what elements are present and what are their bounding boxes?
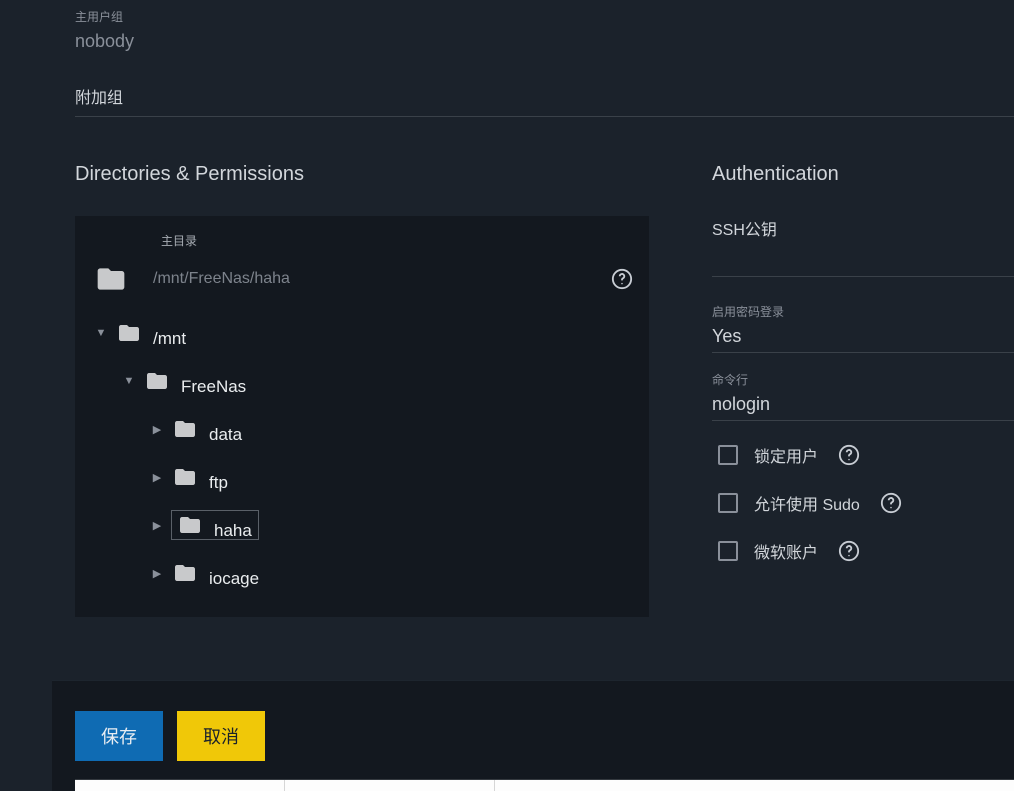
tree-label: iocage — [209, 569, 259, 589]
lock-user-checkbox[interactable] — [718, 445, 738, 465]
tree-label: ftp — [209, 473, 228, 493]
directory-tree: ▼ /mnt ▼ FreeNas ▶ data — [91, 313, 633, 593]
primary-group-label: 主用户组 — [75, 8, 1014, 25]
tree-toggle-icon[interactable]: ▼ — [93, 327, 109, 339]
primary-group-value[interactable]: nobody — [75, 31, 1014, 52]
home-dir-path[interactable]: /mnt/FreeNas/haha — [153, 270, 601, 288]
folder-icon — [115, 321, 143, 345]
tree-label: data — [209, 425, 242, 445]
tree-node-ftp[interactable]: ▶ ftp — [91, 457, 633, 497]
lock-user-label: 锁定用户 — [754, 443, 818, 467]
tree-label: haha — [214, 521, 252, 541]
tree-toggle-icon[interactable]: ▶ — [149, 423, 165, 436]
tree-toggle-icon[interactable]: ▶ — [149, 519, 165, 532]
folder-icon — [171, 561, 199, 585]
ms-account-row: 微软账户 — [718, 537, 1014, 565]
ms-account-label: 微软账户 — [754, 539, 818, 563]
tree-node-iocage[interactable]: ▶ iocage — [91, 553, 633, 593]
tree-node-freenas[interactable]: ▼ FreeNas — [91, 361, 633, 401]
shell-label: 命令行 — [712, 371, 1014, 388]
authentication-section-title: Authentication — [712, 163, 1014, 186]
tree-node-data[interactable]: ▶ data — [91, 409, 633, 449]
tree-toggle-icon[interactable]: ▼ — [121, 375, 137, 387]
folder-icon — [91, 263, 131, 295]
ms-account-checkbox[interactable] — [718, 541, 738, 561]
ssh-key-input[interactable] — [712, 276, 1014, 277]
allow-sudo-label: 允许使用 Sudo — [754, 491, 860, 515]
save-button[interactable]: 保存 — [75, 711, 163, 761]
enable-password-label: 启用密码登录 — [712, 303, 1014, 320]
tree-label: /mnt — [153, 329, 186, 349]
enable-password-value[interactable]: Yes — [712, 326, 1014, 353]
additional-group-field[interactable]: 附加组 — [75, 84, 1014, 117]
cancel-button[interactable]: 取消 — [177, 711, 265, 761]
footer-bar: 保存 取消 — [52, 680, 1014, 791]
help-icon[interactable] — [880, 492, 902, 514]
home-directory-box: 主目录 /mnt/FreeNas/haha ▼ /mnt ▼ — [75, 216, 649, 617]
tree-label: FreeNas — [181, 377, 246, 397]
footer-strip — [75, 779, 1014, 791]
folder-icon — [143, 369, 171, 393]
tree-toggle-icon[interactable]: ▶ — [149, 567, 165, 580]
folder-icon — [176, 513, 204, 537]
folder-icon — [171, 417, 199, 441]
directories-section-title: Directories & Permissions — [75, 163, 712, 186]
lock-user-row: 锁定用户 — [718, 441, 1014, 469]
help-icon[interactable] — [611, 268, 633, 290]
allow-sudo-row: 允许使用 Sudo — [718, 489, 1014, 517]
help-icon[interactable] — [838, 540, 860, 562]
shell-value[interactable]: nologin — [712, 394, 1014, 421]
folder-icon — [171, 465, 199, 489]
tree-node-mnt[interactable]: ▼ /mnt — [91, 313, 633, 353]
allow-sudo-checkbox[interactable] — [718, 493, 738, 513]
ssh-key-label: SSH公钥 — [712, 216, 1014, 240]
tree-toggle-icon[interactable]: ▶ — [149, 471, 165, 484]
help-icon[interactable] — [838, 444, 860, 466]
tree-node-haha[interactable]: ▶ haha — [91, 505, 633, 545]
home-dir-label: 主目录 — [161, 232, 633, 249]
